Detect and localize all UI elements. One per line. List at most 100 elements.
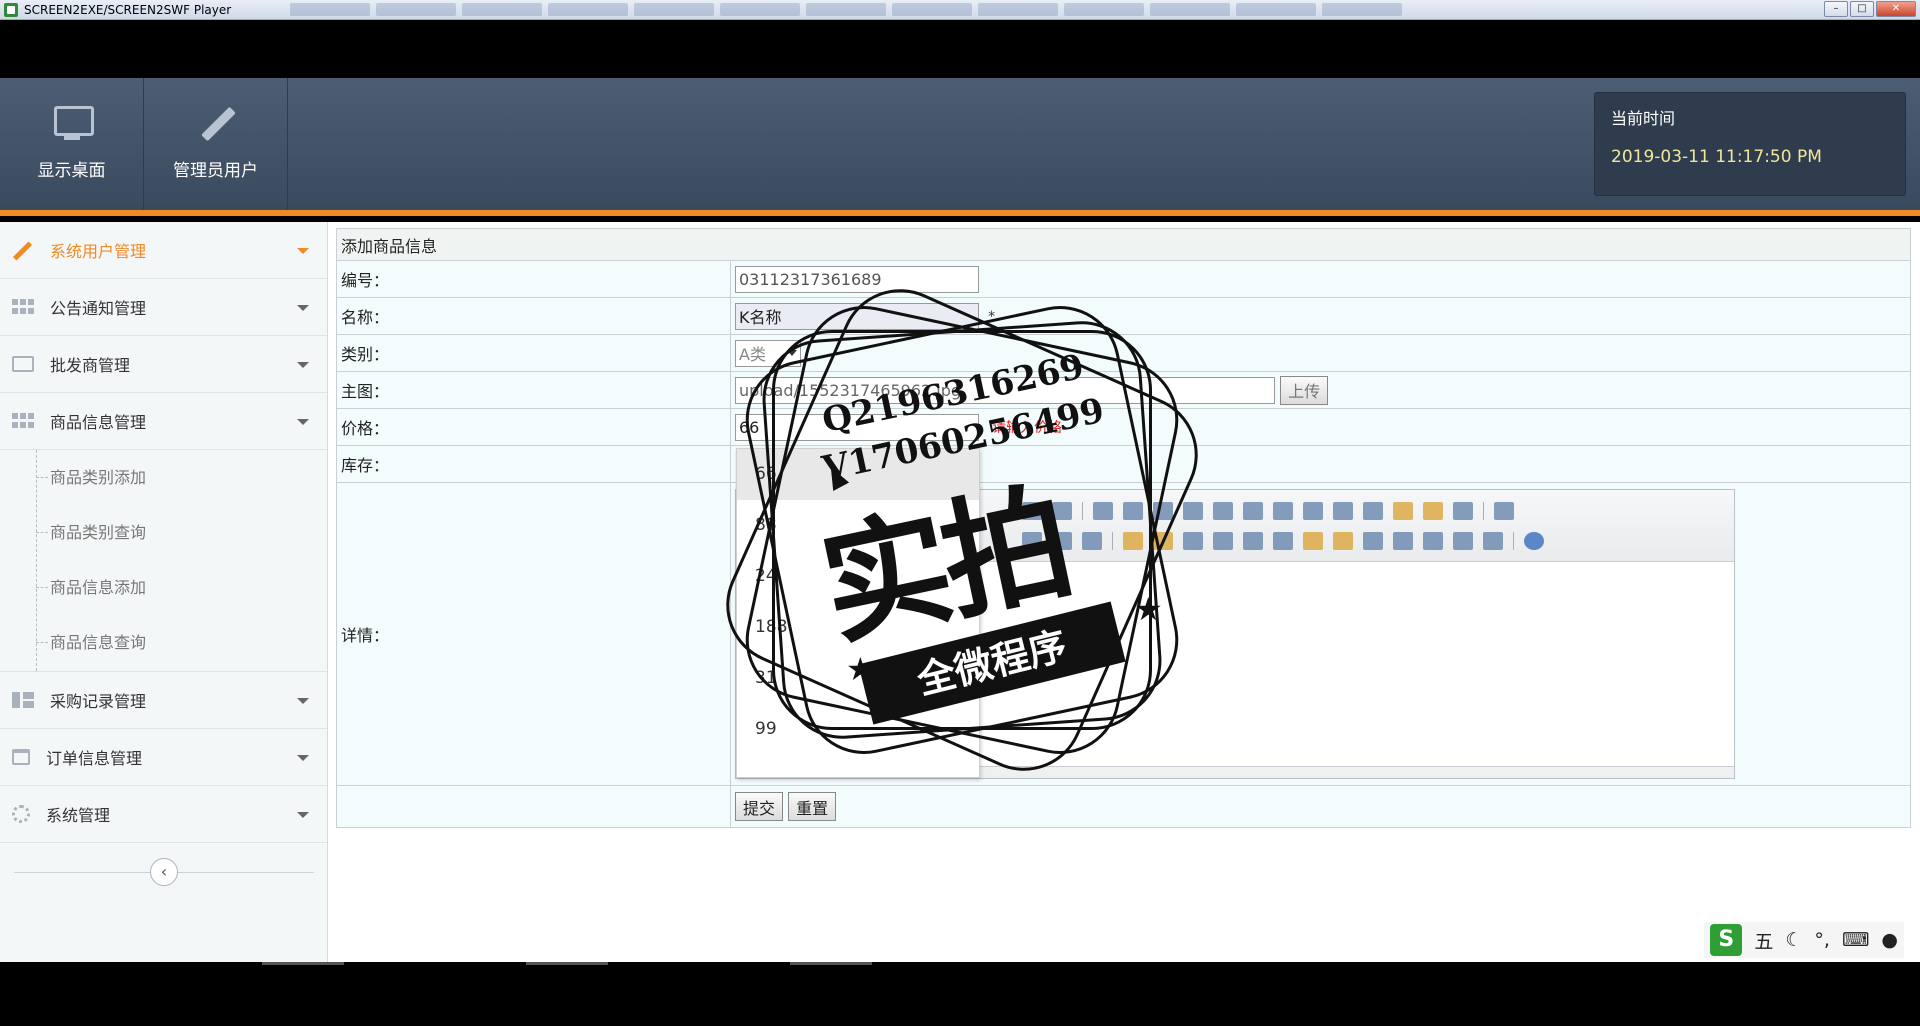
ime-mode[interactable]: 五 xyxy=(1754,927,1773,954)
sidebar-subitem-add-category[interactable]: 商品类别添加 xyxy=(0,450,327,505)
show-desktop-button[interactable]: 显示桌面 xyxy=(0,78,144,210)
image-insert-icon[interactable] xyxy=(1123,532,1143,550)
suggestion-item[interactable]: 99 xyxy=(737,704,979,755)
chevron-down-icon xyxy=(297,305,309,311)
price-error-message: 请输入价格 xyxy=(992,419,1063,436)
punctuation-icon[interactable]: °, xyxy=(1814,929,1830,951)
sidebar-item-products[interactable]: 商品信息管理 xyxy=(0,393,327,450)
help-icon[interactable] xyxy=(1524,532,1544,550)
chevron-down-icon xyxy=(297,362,309,368)
name-field[interactable] xyxy=(735,302,979,330)
suggestion-item[interactable]: 31 xyxy=(737,653,979,704)
detail-label: 详情： xyxy=(336,482,731,786)
form-title: 添加商品信息 xyxy=(336,228,1911,261)
suggestion-item[interactable]: 88 xyxy=(737,500,979,551)
underline-icon[interactable] xyxy=(1022,532,1042,550)
user-icon[interactable]: ● xyxy=(1881,929,1898,951)
show-desktop-label: 显示桌面 xyxy=(37,161,106,181)
player-progress-mark xyxy=(526,962,608,965)
link-icon[interactable] xyxy=(1453,532,1473,550)
sidebar-submenu-products: 商品类别添加 商品类别查询 商品信息添加 商品信息查询 xyxy=(0,450,327,672)
window-controls: – □ ✕ xyxy=(1824,1,1916,17)
maximize-icon[interactable]: □ xyxy=(1850,1,1874,17)
minimize-icon[interactable]: – xyxy=(1824,1,1848,17)
code-label: 编号： xyxy=(336,260,731,298)
chevron-down-icon xyxy=(787,350,797,356)
sidebar-item-system[interactable]: 系统管理 xyxy=(0,786,327,843)
close-icon[interactable]: ✕ xyxy=(1876,1,1916,17)
toolbar-separator xyxy=(1112,532,1113,550)
toolbar-separator xyxy=(1513,532,1514,550)
superscript-icon[interactable] xyxy=(1363,502,1383,520)
chevron-down-icon xyxy=(297,755,309,761)
admin-user-button[interactable]: 管理员用户 xyxy=(144,78,288,210)
suggestion-item[interactable]: 24 xyxy=(737,551,979,602)
grid-icon xyxy=(12,299,34,315)
emoticon-icon[interactable] xyxy=(1333,532,1353,550)
sidebar-item-purchases[interactable]: 采购记录管理 xyxy=(0,672,327,729)
taskbar-thumbnails xyxy=(290,3,1402,17)
suggestion-item[interactable]: 66 xyxy=(737,449,979,500)
reset-button[interactable]: 重置 xyxy=(788,792,837,821)
sidebar-item-orders[interactable]: 订单信息管理 xyxy=(0,729,327,786)
layout-icon xyxy=(12,692,34,708)
sidebar-subitem-add-product[interactable]: 商品信息添加 xyxy=(0,560,327,615)
category-label: 类别： xyxy=(336,334,731,372)
horizontal-rule-icon[interactable] xyxy=(1052,532,1072,550)
multi-image-icon[interactable] xyxy=(1153,532,1173,550)
paste-icon[interactable] xyxy=(1022,502,1042,520)
image-path-field[interactable] xyxy=(735,376,1275,404)
sidebar-item-wholesalers[interactable]: 批发商管理 xyxy=(0,336,327,393)
remove-format-icon[interactable] xyxy=(1082,532,1102,550)
price-field[interactable] xyxy=(735,413,979,441)
align-left-icon[interactable] xyxy=(1093,502,1113,520)
outdent-icon[interactable] xyxy=(1303,502,1323,520)
align-justify-icon[interactable] xyxy=(1183,502,1203,520)
sidebar-subitem-query-product[interactable]: 商品信息查询 xyxy=(0,615,327,670)
media-icon[interactable] xyxy=(1213,532,1233,550)
price-label: 价格： xyxy=(336,408,731,446)
sidebar-subitem-query-category[interactable]: 商品类别查询 xyxy=(0,505,327,560)
sogou-logo-icon[interactable]: S xyxy=(1710,924,1743,956)
category-select[interactable]: A类 xyxy=(735,339,801,367)
subscript-icon[interactable] xyxy=(1333,502,1353,520)
sidebar-item-system-users[interactable]: 系统用户管理 xyxy=(0,222,327,279)
sidebar-item-announcements[interactable]: 公告通知管理 xyxy=(0,279,327,336)
ime-toolbar: S 五 ☾ °, ⌨ ● xyxy=(1704,922,1904,958)
select-all-icon[interactable] xyxy=(1453,502,1473,520)
anchor-icon[interactable] xyxy=(1423,532,1443,550)
map-icon[interactable] xyxy=(1363,532,1383,550)
sidebar-item-label: 订单信息管理 xyxy=(46,749,143,768)
format-painter-icon[interactable] xyxy=(1423,502,1443,520)
submit-button[interactable]: 提交 xyxy=(735,792,784,821)
line-icon[interactable] xyxy=(1303,532,1323,550)
sidebar-collapse-button[interactable]: ‹ xyxy=(150,858,178,886)
align-center-icon[interactable] xyxy=(1123,502,1143,520)
table-icon[interactable] xyxy=(1273,532,1293,550)
clear-format-icon[interactable] xyxy=(1393,502,1413,520)
fullscreen-icon[interactable] xyxy=(1494,502,1514,520)
upload-button[interactable]: 上传 xyxy=(1280,375,1329,405)
unordered-list-icon[interactable] xyxy=(1243,502,1263,520)
suggestion-item[interactable]: 188 xyxy=(737,602,979,653)
sidebar: 系统用户管理 公告通知管理 批发商管理 商品信息管理 商品类别添加 商品类别查询… xyxy=(0,222,328,962)
gear-icon xyxy=(12,805,30,823)
paste-text-icon[interactable] xyxy=(1052,502,1072,520)
page-break-icon[interactable] xyxy=(1393,532,1413,550)
attachment-icon[interactable] xyxy=(1243,532,1263,550)
moon-icon[interactable]: ☾ xyxy=(1785,929,1802,951)
flash-icon[interactable] xyxy=(1183,532,1203,550)
name-label: 名称： xyxy=(336,297,731,335)
sidebar-item-label: 采购记录管理 xyxy=(50,692,147,711)
align-right-icon[interactable] xyxy=(1153,502,1173,520)
sidebar-item-label: 批发商管理 xyxy=(50,356,131,375)
keyboard-icon[interactable]: ⌨ xyxy=(1842,929,1869,951)
price-suggestions-dropdown: 66 88 24 188 31 99 xyxy=(736,448,980,778)
code-field[interactable] xyxy=(735,265,979,293)
indent-icon[interactable] xyxy=(1273,502,1293,520)
unlink-icon[interactable] xyxy=(1483,532,1503,550)
ordered-list-icon[interactable] xyxy=(1213,502,1233,520)
sidebar-item-label: 系统管理 xyxy=(46,806,111,825)
sidebar-item-label: 公告通知管理 xyxy=(50,299,147,318)
player-bottom-bar xyxy=(0,962,1920,1026)
